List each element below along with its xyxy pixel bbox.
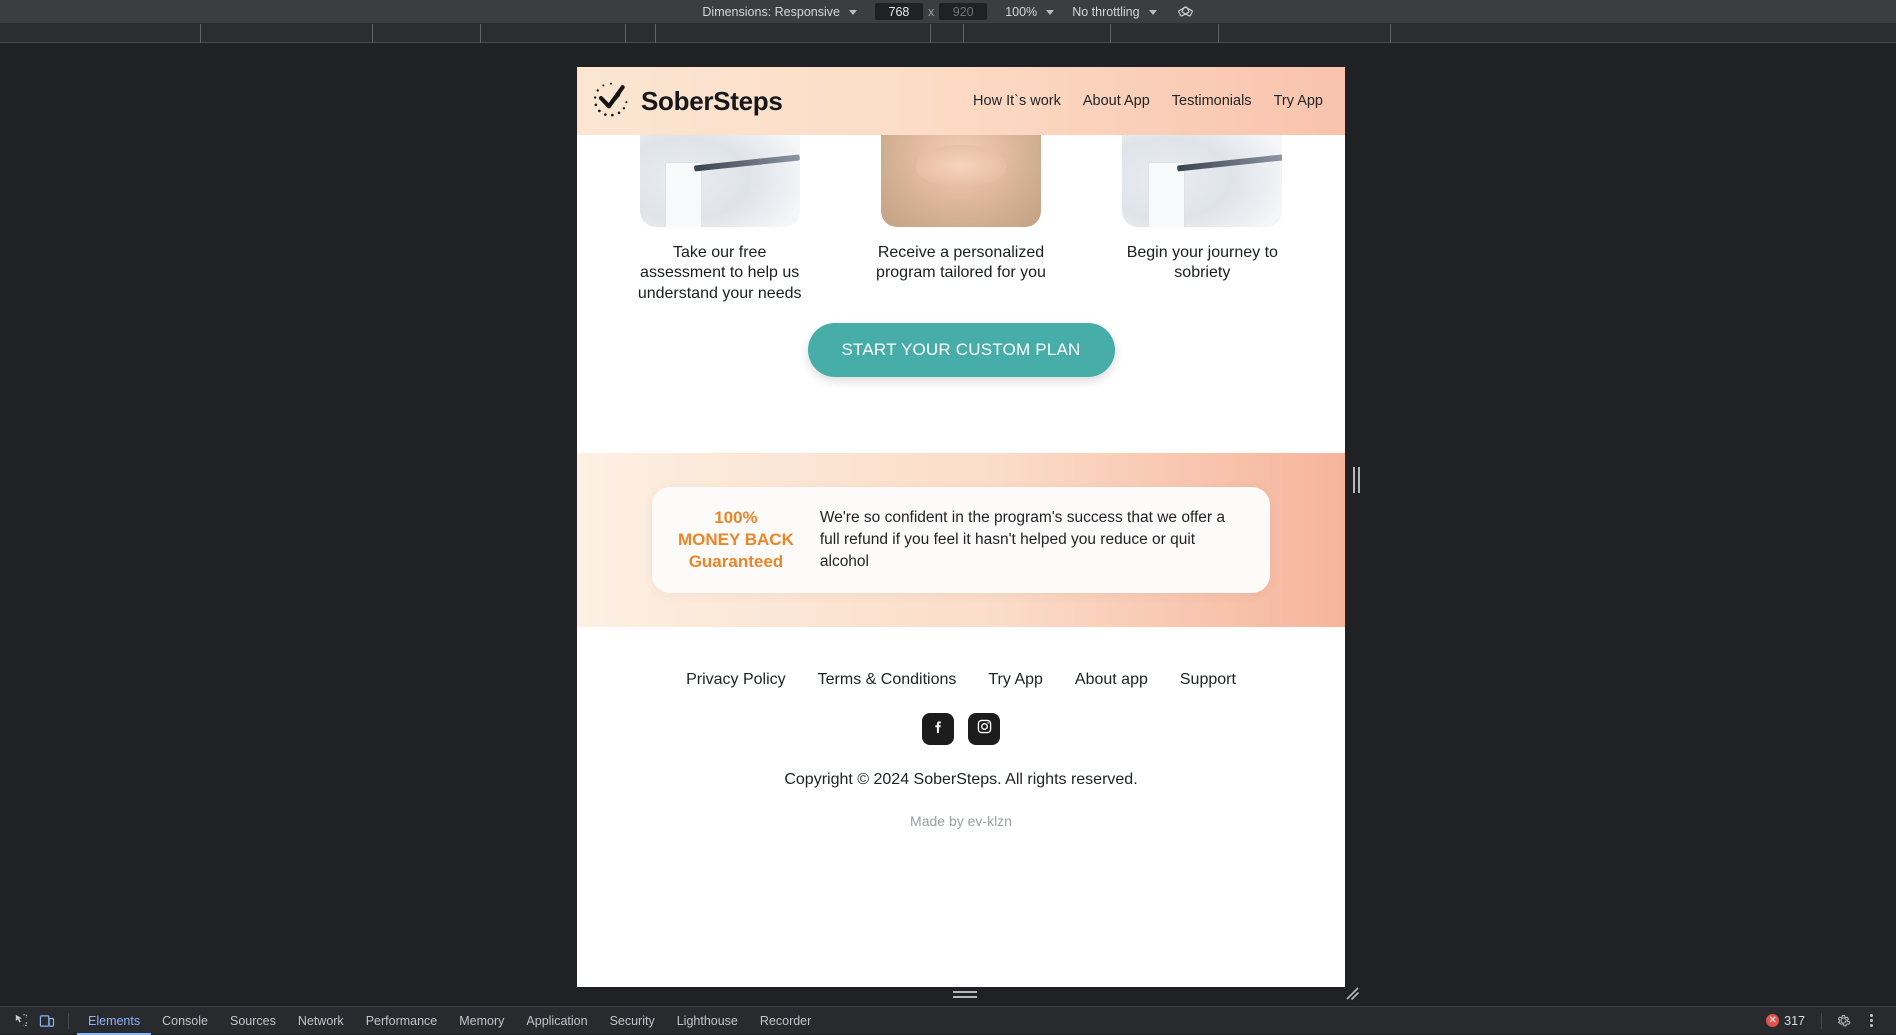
ruler-tick	[1390, 24, 1391, 43]
cta-section: START YOUR CUSTOM PLAN	[577, 323, 1345, 377]
badge-line-percent: 100%	[678, 507, 794, 529]
ruler-tick	[1110, 24, 1111, 43]
dimensions-selector[interactable]: Dimensions: Responsive	[702, 5, 857, 19]
step-text: Receive a personalized program tailored …	[873, 243, 1048, 284]
dotted-circle-check-icon	[591, 79, 631, 124]
steps-row: Take our free assessment to help us unde…	[577, 107, 1345, 304]
tab-lighthouse[interactable]: Lighthouse	[666, 1007, 749, 1035]
devtools-tabs: Elements Console Sources Network Perform…	[77, 1007, 822, 1035]
footer-link-about-app[interactable]: About app	[1075, 671, 1148, 689]
ruler-tick	[1218, 24, 1219, 43]
tab-sources[interactable]: Sources	[219, 1007, 287, 1035]
toolbar-divider	[68, 1013, 69, 1029]
badge-line-money-back: MONEY BACK	[678, 529, 794, 551]
emulated-viewport: SoberSteps How It`s work About App Testi…	[577, 67, 1345, 987]
guarantee-copy: We're so confident in the program's succ…	[820, 507, 1244, 573]
viewport-ruler	[0, 24, 1896, 43]
nav-link-testimonials[interactable]: Testimonials	[1172, 93, 1252, 109]
chevron-down-icon	[1149, 10, 1157, 15]
ruler-tick	[625, 24, 626, 43]
instagram-icon	[976, 718, 993, 740]
error-count-label: 317	[1784, 1014, 1805, 1028]
viewport-height-resize-handle[interactable]	[952, 987, 978, 1001]
ruler-tick	[200, 24, 201, 43]
guarantee-band: 100% MONEY BACK Guaranteed We're so conf…	[577, 453, 1345, 627]
tab-recorder[interactable]: Recorder	[749, 1007, 822, 1035]
ruler-tick	[480, 24, 481, 43]
facebook-icon	[930, 718, 947, 740]
page-stage: SoberSteps How It`s work About App Testi…	[0, 43, 1896, 1006]
footer-link-support[interactable]: Support	[1180, 671, 1236, 689]
viewport-corner-resize-handle[interactable]	[1344, 985, 1360, 1001]
throttling-selector[interactable]: No throttling	[1072, 5, 1156, 19]
chevron-down-icon	[849, 10, 857, 15]
footer-link-terms-conditions[interactable]: Terms & Conditions	[818, 671, 957, 689]
brand-name: SoberSteps	[641, 86, 783, 117]
devtools-bottom-bar: Elements Console Sources Network Perform…	[0, 1006, 1896, 1034]
viewport-width-input[interactable]	[875, 3, 923, 20]
step-card: Begin your journey to sobriety	[1082, 107, 1323, 304]
nav-link-about-app[interactable]: About App	[1083, 93, 1150, 109]
instagram-link[interactable]	[968, 713, 1000, 745]
error-x-icon: ✕	[1766, 1014, 1779, 1027]
copyright-text: Copyright © 2024 SoberSteps. All rights …	[577, 771, 1345, 789]
devtools-bar-right: ✕ 317	[1758, 1010, 1888, 1032]
tab-security[interactable]: Security	[599, 1007, 666, 1035]
guarantee-card: 100% MONEY BACK Guaranteed We're so conf…	[652, 487, 1270, 593]
viewport-height-input[interactable]	[939, 3, 987, 20]
gear-icon[interactable]	[1830, 1010, 1856, 1032]
facebook-link[interactable]	[922, 713, 954, 745]
start-custom-plan-button[interactable]: START YOUR CUSTOM PLAN	[808, 323, 1115, 377]
step-text: Take our free assessment to help us unde…	[632, 243, 807, 304]
step-text: Begin your journey to sobriety	[1115, 243, 1290, 284]
kebab-menu-icon[interactable]	[1858, 1010, 1884, 1032]
money-back-badge: 100% MONEY BACK Guaranteed	[678, 507, 794, 572]
nav-link-how-it-works[interactable]: How It`s work	[973, 93, 1061, 109]
footer-link-try-app[interactable]: Try App	[988, 671, 1043, 689]
footer-link-privacy-policy[interactable]: Privacy Policy	[686, 671, 786, 689]
error-count-badge[interactable]: ✕ 317	[1758, 1014, 1813, 1028]
step-card: Receive a personalized program tailored …	[840, 107, 1081, 304]
rotate-icon[interactable]	[1177, 3, 1194, 20]
zoom-selector[interactable]: 100%	[1005, 5, 1054, 19]
toolbar-divider	[1821, 1013, 1822, 1029]
device-emulation-toolbar: Dimensions: Responsive x 100% No throttl…	[0, 0, 1896, 24]
site-footer: Privacy Policy Terms & Conditions Try Ap…	[577, 627, 1345, 987]
zoom-label: 100%	[1005, 5, 1037, 19]
tab-console[interactable]: Console	[151, 1007, 219, 1035]
chevron-down-icon	[1046, 10, 1054, 15]
tab-memory[interactable]: Memory	[448, 1007, 515, 1035]
ruler-tick	[963, 24, 964, 43]
ruler-tick	[930, 24, 931, 43]
nav-link-try-app[interactable]: Try App	[1274, 93, 1323, 109]
ruler-tick	[372, 24, 373, 43]
ruler-tick	[655, 24, 656, 43]
site-header: SoberSteps How It`s work About App Testi…	[577, 67, 1345, 135]
main-nav: How It`s work About App Testimonials Try…	[973, 93, 1323, 109]
footer-links: Privacy Policy Terms & Conditions Try Ap…	[577, 671, 1345, 689]
step-card: Take our free assessment to help us unde…	[599, 107, 840, 304]
made-by-text: Made by ev-klzn	[577, 813, 1345, 829]
dimensions-label: Dimensions: Responsive	[702, 5, 840, 19]
social-links	[577, 713, 1345, 745]
throttling-label: No throttling	[1072, 5, 1139, 19]
tab-application[interactable]: Application	[515, 1007, 598, 1035]
dimension-separator: x	[928, 5, 934, 19]
device-toolbar-icon[interactable]	[34, 1010, 60, 1032]
brand-logo[interactable]: SoberSteps	[591, 79, 783, 124]
viewport-width-resize-handle[interactable]	[1350, 461, 1362, 499]
tab-network[interactable]: Network	[287, 1007, 355, 1035]
tab-elements[interactable]: Elements	[77, 1007, 151, 1035]
badge-line-guaranteed: Guaranteed	[678, 551, 794, 573]
inspect-element-icon[interactable]	[8, 1010, 34, 1032]
tab-performance[interactable]: Performance	[355, 1007, 449, 1035]
